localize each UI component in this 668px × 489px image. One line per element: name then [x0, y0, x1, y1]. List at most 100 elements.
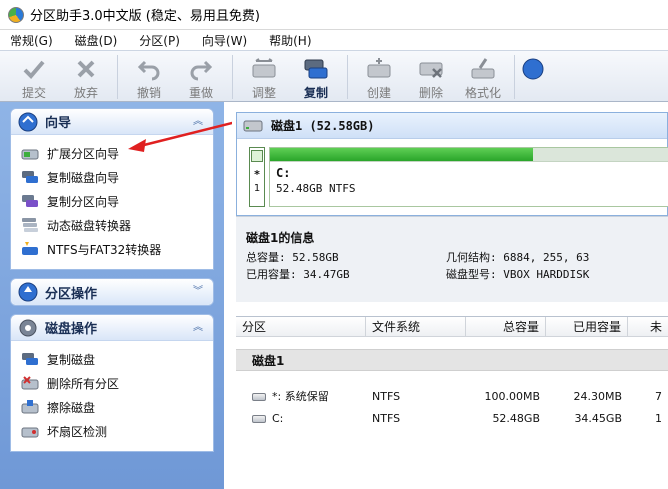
menu-general[interactable]: 常规(G): [10, 32, 53, 49]
toolbar-separator: [232, 55, 233, 99]
discard-button[interactable]: 放弃: [60, 51, 112, 101]
disk-info-box: 磁盘1的信息 总容量: 52.58GB 几何结构: 6884, 255, 63 …: [236, 216, 668, 302]
table-row[interactable]: C: NTFS 52.48GB 34.45GB 1: [236, 407, 668, 429]
left-sidebar: 向导 ︽ 扩展分区向导 复制磁盘向导 复制分区向导 动态磁盘转换器 NTFS与F…: [0, 102, 224, 489]
apply-button[interactable]: 提交: [8, 51, 60, 101]
sidebar-item-copy-partition-wizard[interactable]: 复制分区向导: [21, 189, 213, 213]
copy-button-label: 复制: [303, 86, 328, 100]
wizard-icon: [17, 111, 39, 133]
sidebar-item-label: 动态磁盘转换器: [47, 218, 132, 233]
sidebar-item-extend-partition-wizard[interactable]: 扩展分区向导: [21, 141, 213, 165]
usage-bar: [270, 148, 668, 162]
title-bar: 分区助手3.0中文版 (稳定、易用且免费): [0, 0, 668, 30]
sidebar-item-bad-sector-check[interactable]: 坏扇区检测: [21, 419, 213, 443]
slot-star: *: [254, 168, 260, 181]
sidebar-item-copy-disk-wizard[interactable]: 复制磁盘向导: [21, 165, 213, 189]
resize-button-label: 调整: [251, 86, 276, 100]
drive-icon: [252, 414, 266, 423]
redo-button-label: 重做: [188, 86, 213, 100]
used-cell: 24.30MB: [573, 389, 622, 403]
collapse-chevron-icon[interactable]: ︽: [191, 115, 205, 129]
wizard-panel: 向导 ︽ 扩展分区向导 复制磁盘向导 复制分区向导 动态磁盘转换器 NTFS与F…: [10, 108, 214, 270]
col-total[interactable]: 总容量: [466, 316, 546, 337]
create-button[interactable]: 创建: [353, 51, 405, 101]
collapse-chevron-icon[interactable]: ︽: [191, 321, 205, 335]
format-button[interactable]: 格式化: [457, 51, 509, 101]
disk-map-header[interactable]: 磁盘1 (52.58GB): [237, 113, 667, 139]
undo-button[interactable]: 撤销: [123, 51, 175, 101]
format-icon: [470, 56, 496, 82]
more-button[interactable]: [520, 51, 544, 101]
gear-icon: [17, 317, 39, 339]
resize-button[interactable]: 调整: [238, 51, 290, 101]
globe-icon: [520, 56, 544, 82]
partition-ops-panel: 分区操作 ︾: [10, 278, 214, 306]
ntfs-fat32-icon: [21, 241, 39, 257]
total-cell: 100.00MB: [484, 389, 540, 403]
menu-wizard[interactable]: 向导(W): [202, 32, 247, 49]
create-partition-icon: [366, 56, 392, 82]
sidebar-item-delete-all-partitions[interactable]: 删除所有分区: [21, 371, 213, 395]
copy-partition-icon: [21, 193, 39, 209]
used-cell: 34.45GB: [574, 411, 622, 425]
col-partition[interactable]: 分区: [236, 316, 366, 337]
sidebar-item-label: 擦除磁盘: [47, 400, 96, 415]
partition-name-cell: C:: [236, 412, 366, 425]
wizard-panel-body: 扩展分区向导 复制磁盘向导 复制分区向导 动态磁盘转换器 NTFS与FAT32转…: [11, 135, 213, 269]
sidebar-item-copy-disk[interactable]: 复制磁盘: [21, 347, 213, 371]
sidebar-item-dynamic-disk-converter[interactable]: 动态磁盘转换器: [21, 213, 213, 237]
bad-sector-icon: [21, 423, 39, 439]
window-title: 分区助手3.0中文版 (稳定、易用且免费): [30, 9, 260, 24]
extend-partition-icon: [21, 145, 39, 161]
sidebar-item-ntfs-fat32-converter[interactable]: NTFS与FAT32转换器: [21, 237, 213, 261]
undo-button-label: 撤销: [136, 86, 161, 100]
delete-button-label: 删除: [418, 86, 443, 100]
expand-chevron-icon[interactable]: ︾: [191, 285, 205, 299]
sidebar-item-label: 复制磁盘: [47, 352, 96, 367]
table-row[interactable]: *: 系统保留 NTFS 100.00MB 24.30MB 7: [236, 385, 668, 407]
slot-number: 1: [253, 183, 261, 194]
col-filesystem[interactable]: 文件系统: [366, 316, 466, 337]
partition-letter: C:: [276, 166, 291, 180]
fs-cell: NTFS: [372, 389, 401, 403]
sidebar-item-wipe-disk[interactable]: 擦除磁盘: [21, 395, 213, 419]
sidebar-item-label: NTFS与FAT32转换器: [47, 242, 162, 257]
col-free[interactable]: 未: [628, 317, 668, 337]
disk-ops-header[interactable]: 磁盘操作 ︽: [11, 315, 213, 341]
disk-ops-title: 磁盘操作: [45, 322, 98, 337]
wizard-panel-header[interactable]: 向导 ︽: [11, 109, 213, 135]
copy-disk-icon: [21, 169, 39, 185]
info-row: 已用容量: 34.47GB 磁盘型号: VBOX HARDDISK: [246, 266, 668, 283]
disk-ops-body: 复制磁盘 删除所有分区 擦除磁盘 坏扇区检测: [11, 341, 213, 451]
slot-indicator: [251, 150, 263, 162]
copy-button[interactable]: 复制: [290, 51, 342, 101]
discard-button-label: 放弃: [73, 86, 98, 100]
col-used[interactable]: 已用容量: [546, 316, 628, 337]
hard-disk-icon: [243, 119, 263, 133]
geometry: 几何结构: 6884, 255, 63: [446, 251, 590, 264]
table-group-disk1[interactable]: 磁盘1: [236, 349, 668, 371]
toolbar: 提交 放弃 撤销 重做 调整 复制 创建 删除 格式化: [0, 50, 668, 102]
menu-bar: 常规(G) 磁盘(D) 分区(P) 向导(W) 帮助(H): [0, 30, 668, 50]
partition-name-cell: *: 系统保留: [236, 388, 366, 404]
partition-size-fs: 52.48GB NTFS: [276, 182, 356, 195]
disk-ops-panel: 磁盘操作 ︽ 复制磁盘 删除所有分区 擦除磁盘 坏扇区检测: [10, 314, 214, 452]
menu-partition[interactable]: 分区(P): [139, 32, 180, 49]
toolbar-separator: [347, 55, 348, 99]
menu-help[interactable]: 帮助(H): [269, 32, 311, 49]
wizard-panel-title: 向导: [45, 116, 72, 131]
partition-ops-header[interactable]: 分区操作 ︾: [11, 279, 213, 305]
partition-ops-icon: [17, 281, 39, 303]
delete-button[interactable]: 删除: [405, 51, 457, 101]
redo-button[interactable]: 重做: [175, 51, 227, 101]
copy-disk-icon: [303, 56, 329, 82]
partition-block-c[interactable]: C: 52.48GB NTFS: [269, 147, 668, 207]
app-logo-icon: [8, 6, 24, 23]
fs-cell: NTFS: [372, 411, 401, 425]
free-cell: 7: [655, 389, 662, 403]
check-icon: [21, 56, 47, 82]
sidebar-item-label: 坏扇区检测: [47, 424, 108, 439]
disk-map-card: 磁盘1 (52.58GB) * 1 C: 52.48GB NTFS: [236, 112, 668, 216]
disk-slot[interactable]: * 1: [249, 147, 265, 207]
menu-disk[interactable]: 磁盘(D): [75, 32, 118, 49]
